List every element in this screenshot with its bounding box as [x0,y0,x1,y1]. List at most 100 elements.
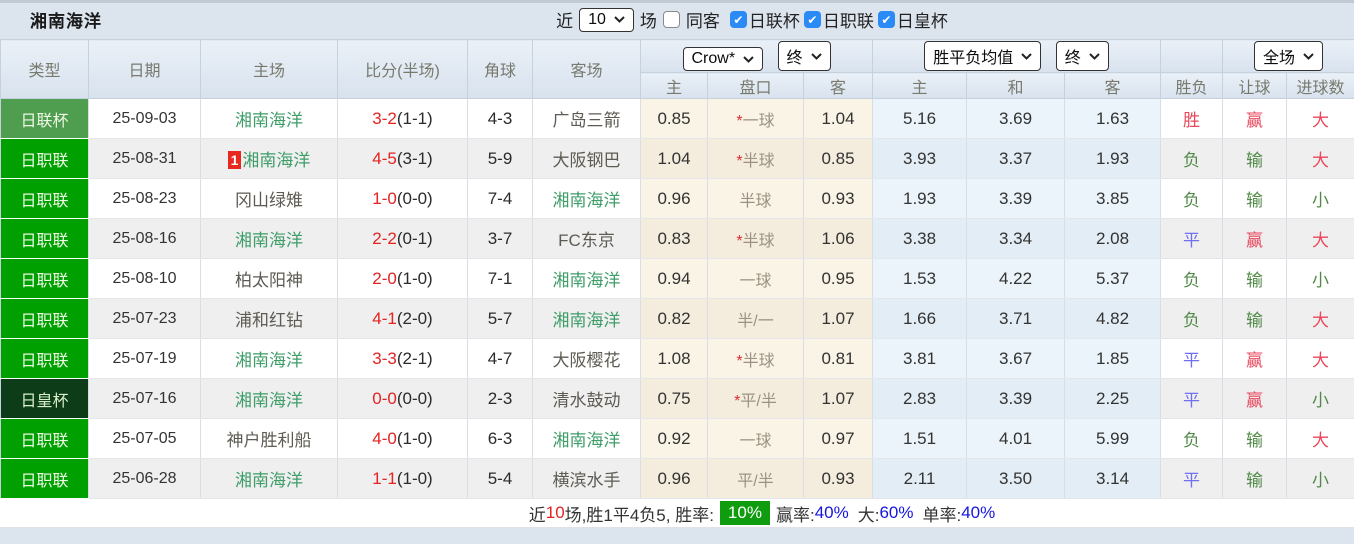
home-team-name: 湘南海洋 [242,151,310,170]
europe-lose-odds: 3.14 [1065,459,1161,499]
table-row: 日联杯 25-09-03 湘南海洋 3-2(1-1) 4-3 广岛三箭 0.85… [1,99,1354,139]
europe-draw-odds: 3.67 [967,339,1065,379]
corner-score: 7-4 [468,179,533,219]
summary-count: 10 [546,503,565,523]
europe-win-odds: 1.53 [873,259,967,299]
corner-score: 7-1 [468,259,533,299]
handicap-line-cell: 半/一 [708,299,804,339]
filter-j1-league: 日职联 [804,7,874,32]
handicap-home-odds: 0.96 [641,179,708,219]
europe-draw-odds: 3.50 [967,459,1065,499]
recent-count-select[interactable]: 10 [579,8,634,32]
title-bar: 湘南海洋 近 10 场 同客 日联杯 日职联 日皇杯 [0,3,1354,36]
score-full: 1-1 [372,469,397,488]
corner-score: 6-3 [468,419,533,459]
handicap-line: 平/半 [740,393,776,410]
score-cell: 4-0(1-0) [338,419,468,459]
competition-badge: 日职联 [1,299,89,339]
handicap-away-odds: 0.81 [804,339,873,379]
odds-company-select[interactable]: Crow* [683,47,764,71]
score-cell: 4-5(3-1) [338,139,468,179]
home-team-cell: 湘南海洋 [201,219,338,259]
same-away-checkbox[interactable] [663,11,680,28]
handicap-home-odds: 1.04 [641,139,708,179]
europe-lose-odds: 1.85 [1065,339,1161,379]
table-row: 日皇杯 25-07-16 湘南海洋 0-0(0-0) 2-3 清水鼓动 0.75… [1,379,1354,419]
table-row: 日职联 25-08-10 柏太阳神 2-0(1-0) 7-1 湘南海洋 0.94… [1,259,1354,299]
away-team-name: 湘南海洋 [553,191,621,210]
match-date: 25-08-31 [89,139,201,179]
single-label: 单率: [922,501,961,526]
odds-state-select[interactable]: 终 [778,41,831,71]
result-outcome: 负 [1161,419,1223,459]
europe-lose-odds: 1.63 [1065,99,1161,139]
away-team-name: 清水鼓动 [553,391,621,410]
result-goals: 大 [1287,299,1354,339]
handicap-line-cell: 平/半 [708,459,804,499]
rank-badge: 1 [228,151,242,169]
europe-lose-odds: 4.82 [1065,299,1161,339]
recent-count-value: 10 [588,11,606,29]
competition-badge: 日皇杯 [1,379,89,419]
home-team-name: 浦和红钻 [235,311,303,330]
competition-badge: 日职联 [1,139,89,179]
home-team-cell: 1湘南海洋 [201,139,338,179]
europe-draw-odds: 4.22 [967,259,1065,299]
away-team-cell: 湘南海洋 [533,299,641,339]
home-team-cell: 湘南海洋 [201,339,338,379]
competition-badge: 日联杯 [1,99,89,139]
result-goals: 小 [1287,179,1354,219]
result-goals: 大 [1287,99,1354,139]
europe-win-odds: 3.38 [873,219,967,259]
subcol-result: 胜负 [1161,73,1223,99]
handicap-line: 半球 [743,153,775,170]
match-date: 25-09-03 [89,99,201,139]
home-team-name: 湘南海洋 [235,471,303,490]
score-cell: 1-1(1-0) [338,459,468,499]
result-handicap: 输 [1223,299,1287,339]
result-outcome: 平 [1161,459,1223,499]
result-outcome: 负 [1161,299,1223,339]
europe-state-select[interactable]: 终 [1056,41,1109,71]
handicap-away-odds: 0.85 [804,139,873,179]
result-goals: 小 [1287,259,1354,299]
result-handicap: 输 [1223,419,1287,459]
score-full: 4-0 [372,429,397,448]
away-team-cell: 大阪樱花 [533,339,641,379]
europe-draw-odds: 3.34 [967,219,1065,259]
j1-league-checkbox[interactable] [804,11,821,28]
match-date: 25-07-19 [89,339,201,379]
handicap-line-cell: *平/半 [708,379,804,419]
home-team-name: 冈山绿雉 [235,191,303,210]
result-handicap: 输 [1223,259,1287,299]
away-team-name: FC东京 [558,231,615,250]
match-date: 25-08-16 [89,219,201,259]
match-date: 25-08-10 [89,259,201,299]
score-cell: 3-2(1-1) [338,99,468,139]
handicap-home-odds: 1.08 [641,339,708,379]
home-team-name: 神户胜利船 [227,431,312,450]
away-team-name: 湘南海洋 [553,311,621,330]
handicap-away-odds: 1.07 [804,379,873,419]
match-scope-select[interactable]: 全场 [1254,41,1323,71]
filter-controls: 近 10 场 同客 日联杯 日职联 日皇杯 [550,7,948,32]
emperor-cup-checkbox[interactable] [878,11,895,28]
jleague-cup-label: 日联杯 [749,7,800,32]
score-full: 4-5 [372,149,397,168]
corner-score: 4-3 [468,99,533,139]
match-date: 25-06-28 [89,459,201,499]
handicap-line: 半/一 [737,313,773,330]
handicap-away-odds: 0.93 [804,179,873,219]
jleague-cup-checkbox[interactable] [730,11,747,28]
europe-win-odds: 1.66 [873,299,967,339]
europe-odds-select[interactable]: 胜平负均值 [924,41,1041,71]
handicap-away-odds: 1.07 [804,299,873,339]
score-full: 2-0 [372,269,397,288]
scope-select-cell: 全场 [1223,40,1354,73]
europe-draw-odds: 3.39 [967,179,1065,219]
europe-win-odds: 3.93 [873,139,967,179]
score-half: (1-1) [397,109,433,128]
home-team-cell: 湘南海洋 [201,379,338,419]
col-score: 比分(半场) [338,40,468,99]
score-full: 1-0 [372,189,397,208]
